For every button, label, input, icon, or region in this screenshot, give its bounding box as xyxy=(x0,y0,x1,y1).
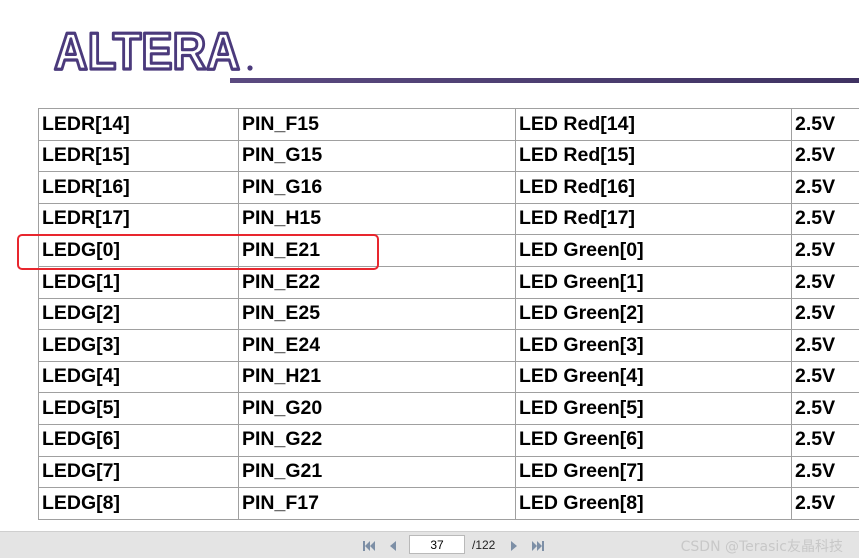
signal-name-cell: LEDG[2] xyxy=(38,297,239,331)
fpga-pin-cell: PIN_H15 xyxy=(238,202,516,236)
total-pages-label: /122 xyxy=(472,538,496,552)
table-row: LEDG[2] PIN_E25 LED Green[2] 2.5V xyxy=(38,297,859,331)
table-row: LEDG[7] PIN_G21 LED Green[7] 2.5V xyxy=(38,455,859,489)
fpga-pin-cell: PIN_G20 xyxy=(238,392,516,425)
altera-logo-text: ALTERA xyxy=(54,23,240,80)
table-row: LEDG[0] PIN_E21 LED Green[0] 2.5V xyxy=(38,234,859,267)
pdf-viewer-toolbar: /122 CSDN @Terasic友晶科技 xyxy=(0,531,859,558)
signal-name-cell: LEDG[6] xyxy=(38,423,239,457)
description-cell: LED Red[17] xyxy=(515,202,792,236)
table-row: LEDR[15] PIN_G15 LED Red[15] 2.5V xyxy=(38,139,859,173)
table-row: LEDR[17] PIN_H15 LED Red[17] 2.5V xyxy=(38,202,859,236)
description-cell: LED Red[15] xyxy=(515,139,792,173)
logo-dot xyxy=(247,65,253,71)
table-row: LEDG[3] PIN_E24 LED Green[3] 2.5V xyxy=(38,329,859,362)
previous-page-icon[interactable] xyxy=(386,539,400,553)
fpga-pin-cell: PIN_G15 xyxy=(238,139,516,173)
document-page: ALTERA LEDR[14] PIN_F15 LED Red[14] 2.5V LED… xyxy=(0,0,859,558)
altera-logo: ALTERA xyxy=(52,22,253,80)
header-rule xyxy=(230,78,859,83)
description-cell: LED Green[4] xyxy=(515,360,792,394)
table-row: LEDG[4] PIN_H21 LED Green[4] 2.5V xyxy=(38,360,859,394)
io-standard-cell: 2.5V xyxy=(791,108,859,141)
signal-name-cell: LEDR[15] xyxy=(38,139,239,173)
description-cell: LED Green[1] xyxy=(515,265,792,299)
fpga-pin-cell: PIN_G21 xyxy=(238,455,516,489)
table-row: LEDR[16] PIN_G16 LED Red[16] 2.5V xyxy=(38,171,859,204)
description-cell: LED Red[14] xyxy=(515,108,792,141)
io-standard-cell: 2.5V xyxy=(791,171,859,204)
pin-table-body: LEDR[14] PIN_F15 LED Red[14] 2.5V LEDR[15] PI… xyxy=(38,108,859,520)
first-page-icon[interactable] xyxy=(362,539,376,553)
fpga-pin-cell: PIN_E22 xyxy=(238,265,516,299)
description-cell: LED Red[16] xyxy=(515,171,792,204)
fpga-pin-cell: PIN_G16 xyxy=(238,171,516,204)
fpga-pin-cell: PIN_F17 xyxy=(238,487,516,520)
fpga-pin-cell: PIN_F15 xyxy=(238,108,516,141)
io-standard-cell: 2.5V xyxy=(791,392,859,425)
page-number-input[interactable] xyxy=(409,535,465,554)
signal-name-cell: LEDG[1] xyxy=(38,265,239,299)
signal-name-cell: LEDG[4] xyxy=(38,360,239,394)
pin-assignment-table: LEDR[14] PIN_F15 LED Red[14] 2.5V LEDR[15] PI… xyxy=(38,108,859,520)
signal-name-cell: LEDG[0] xyxy=(38,234,239,267)
table-row: LEDG[6] PIN_G22 LED Green[6] 2.5V xyxy=(38,423,859,457)
description-cell: LED Green[6] xyxy=(515,423,792,457)
fpga-pin-cell: PIN_E24 xyxy=(238,329,516,362)
signal-name-cell: LEDG[8] xyxy=(38,487,239,520)
fpga-pin-cell: PIN_G22 xyxy=(238,423,516,457)
signal-name-cell: LEDG[5] xyxy=(38,392,239,425)
signal-name-cell: LEDG[7] xyxy=(38,455,239,489)
table-row: LEDG[8] PIN_F17 LED Green[8] 2.5V xyxy=(38,487,859,520)
description-cell: LED Green[7] xyxy=(515,455,792,489)
io-standard-cell: 2.5V xyxy=(791,455,859,489)
io-standard-cell: 2.5V xyxy=(791,297,859,331)
signal-name-cell: LEDR[17] xyxy=(38,202,239,236)
fpga-pin-cell: PIN_H21 xyxy=(238,360,516,394)
signal-name-cell: LEDR[16] xyxy=(38,171,239,204)
next-page-icon[interactable] xyxy=(507,539,521,553)
table-row: LEDG[5] PIN_G20 LED Green[5] 2.5V xyxy=(38,392,859,425)
csdn-watermark: CSDN @Terasic友晶科技 xyxy=(680,539,843,555)
description-cell: LED Green[5] xyxy=(515,392,792,425)
io-standard-cell: 2.5V xyxy=(791,139,859,173)
io-standard-cell: 2.5V xyxy=(791,202,859,236)
table-row: LEDG[1] PIN_E22 LED Green[1] 2.5V xyxy=(38,265,859,299)
table-row: LEDR[14] PIN_F15 LED Red[14] 2.5V xyxy=(38,108,859,141)
description-cell: LED Green[2] xyxy=(515,297,792,331)
io-standard-cell: 2.5V xyxy=(791,234,859,267)
io-standard-cell: 2.5V xyxy=(791,423,859,457)
description-cell: LED Green[3] xyxy=(515,329,792,362)
last-page-icon[interactable] xyxy=(531,539,545,553)
io-standard-cell: 2.5V xyxy=(791,329,859,362)
io-standard-cell: 2.5V xyxy=(791,487,859,520)
signal-name-cell: LEDR[14] xyxy=(38,108,239,141)
signal-name-cell: LEDG[3] xyxy=(38,329,239,362)
description-cell: LED Green[0] xyxy=(515,234,792,267)
fpga-pin-cell: PIN_E25 xyxy=(238,297,516,331)
fpga-pin-cell: PIN_E21 xyxy=(238,234,516,267)
io-standard-cell: 2.5V xyxy=(791,265,859,299)
description-cell: LED Green[8] xyxy=(515,487,792,520)
io-standard-cell: 2.5V xyxy=(791,360,859,394)
